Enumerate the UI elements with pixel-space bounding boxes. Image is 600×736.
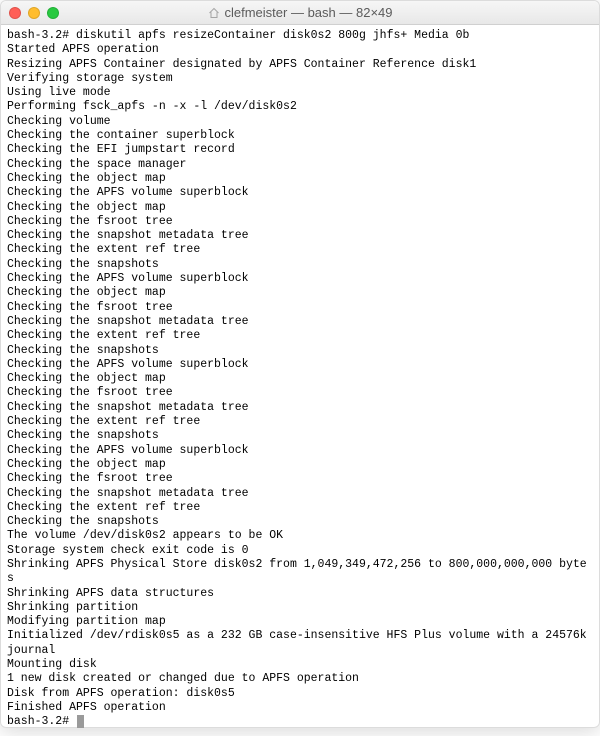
window-title-wrap: clefmeister — bash — 82×49 (1, 5, 599, 20)
prompt: bash-3.2# (7, 715, 76, 728)
window-title: clefmeister — bash — 82×49 (225, 5, 393, 20)
traffic-lights (9, 7, 59, 19)
cursor (77, 715, 84, 728)
terminal-output[interactable]: bash-3.2# diskutil apfs resizeContainer … (1, 25, 599, 736)
entered-command: diskutil apfs resizeContainer disk0s2 80… (76, 29, 469, 42)
close-button[interactable] (9, 7, 21, 19)
window-titlebar: clefmeister — bash — 82×49 (1, 1, 599, 25)
home-icon (208, 7, 220, 19)
output-lines: Started APFS operation Resizing APFS Con… (7, 43, 593, 715)
maximize-button[interactable] (47, 7, 59, 19)
minimize-button[interactable] (28, 7, 40, 19)
prompt: bash-3.2# (7, 29, 76, 42)
